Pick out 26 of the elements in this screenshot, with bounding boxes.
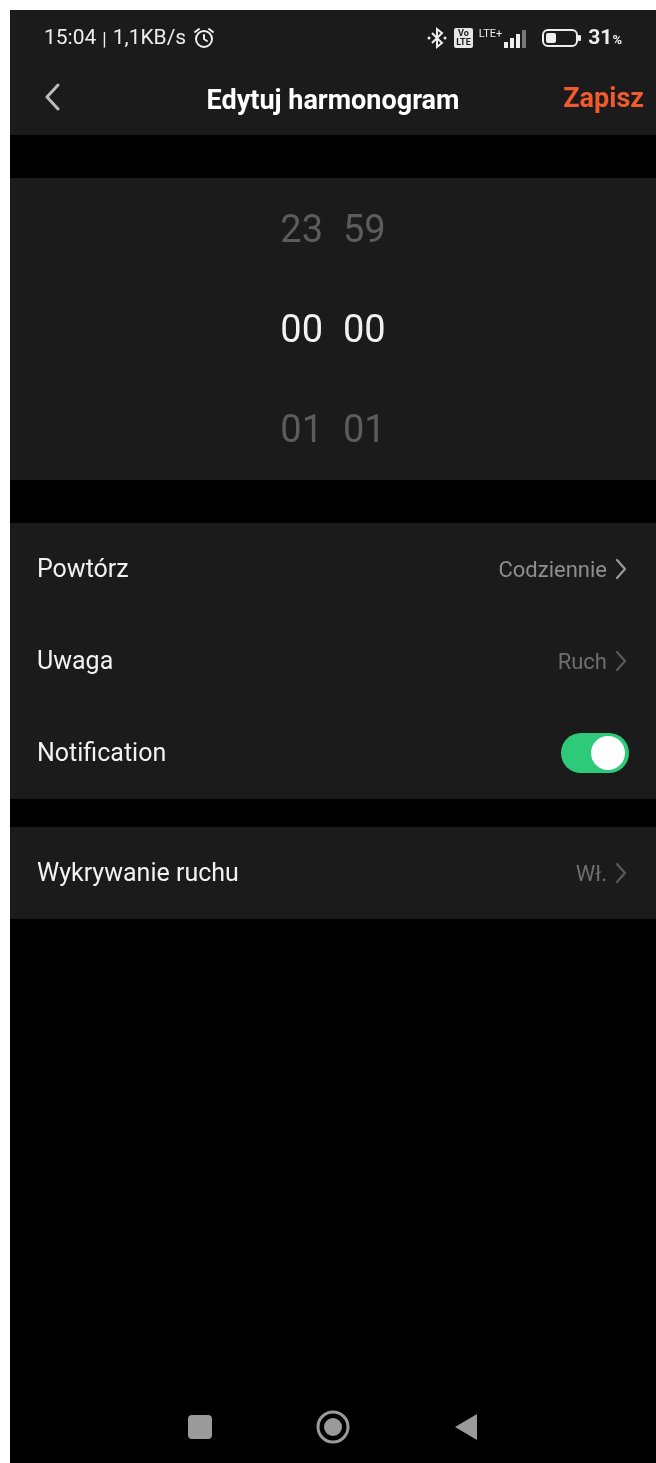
setting-label: Notification (37, 737, 167, 770)
network-speed: 1,1KB/s (112, 24, 187, 52)
save-button[interactable]: Zapisz (563, 78, 644, 119)
back-nav-icon[interactable] (454, 1413, 478, 1441)
status-time: 15:04 (44, 24, 97, 52)
chevron-right-icon (615, 558, 627, 580)
setting-label: Wykrywanie ruchu (37, 857, 239, 890)
battery-icon (542, 28, 583, 48)
time-picker-row[interactable]: 01 01 (280, 392, 386, 466)
setting-label: Powtórz (37, 553, 129, 586)
volte-badge: Vo LTE (454, 28, 473, 48)
setting-label: Uwaga (37, 645, 114, 678)
alarm-clock-icon (192, 26, 217, 50)
status-separator: | (102, 26, 107, 51)
setting-value-link[interactable]: Codziennie (498, 552, 629, 586)
time-picker-row[interactable]: 23 59 (280, 192, 386, 266)
page-title: Edytuj harmonogram (206, 83, 460, 119)
chevron-right-icon (615, 650, 627, 672)
toggle-switch[interactable] (561, 733, 629, 773)
network-type: LTE+ (478, 28, 503, 39)
battery-percent: 31% (588, 24, 622, 52)
time-picker-row[interactable]: 00 00 (280, 292, 386, 366)
home-icon[interactable] (316, 1410, 350, 1444)
bluetooth-icon (426, 26, 449, 50)
chevron-right-icon (615, 862, 627, 884)
time-picker[interactable]: 23 59 00 00 01 01 (10, 178, 656, 480)
